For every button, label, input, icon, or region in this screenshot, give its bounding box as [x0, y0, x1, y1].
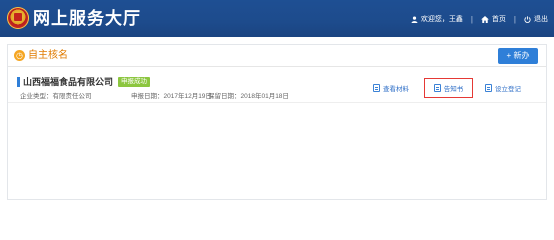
national-emblem-icon: [7, 7, 29, 29]
nav-divider: |: [513, 14, 516, 24]
status-badge: 申报成功: [118, 77, 150, 87]
home-icon: [481, 15, 489, 23]
notice-link[interactable]: 告知书: [424, 78, 473, 98]
establish-registration-label: 设立登记: [495, 86, 521, 93]
panel-header: ◷ 自主核名 + 新办: [8, 45, 546, 67]
company-name: 山西福福食品有限公司: [23, 77, 114, 87]
power-icon: [524, 15, 531, 23]
document-icon: [433, 84, 441, 92]
document-icon: [373, 84, 380, 92]
row-marker: [17, 77, 20, 87]
top-nav: 欢迎您，王鑫 | 首页 | 退出: [411, 12, 548, 26]
name-check-panel: ◷ 自主核名 + 新办 山西福福食品有限公司 申报成功 企业类型：有限责任公司 …: [7, 44, 547, 200]
site-title: 网上服务大厅: [33, 9, 141, 28]
clock-icon: ◷: [14, 50, 25, 61]
home-link[interactable]: 首页: [481, 14, 506, 24]
panel-title: 自主核名: [28, 50, 68, 61]
logout-link[interactable]: 退出: [524, 14, 548, 24]
company-type: 企业类型：有限责任公司: [20, 93, 92, 100]
top-header-bar: 网上服务大厅 欢迎您，王鑫 | 首页 | 退出: [0, 0, 554, 37]
welcome-label: 欢迎您，王鑫: [420, 16, 463, 23]
establish-registration-link[interactable]: 设立登记: [485, 82, 521, 94]
reserve-date: 保留日期：2018年01月18日: [208, 93, 289, 100]
application-row: 山西福福食品有限公司 申报成功 企业类型：有限责任公司 申报日期：2017年12…: [8, 71, 546, 103]
nav-divider: |: [470, 14, 473, 24]
new-application-button[interactable]: + 新办: [498, 48, 538, 64]
home-label: 首页: [491, 16, 506, 23]
user-icon: [411, 15, 418, 23]
logout-label: 退出: [534, 16, 548, 23]
view-materials-link[interactable]: 查看材料: [373, 82, 409, 94]
notice-label: 告知书: [443, 86, 464, 93]
view-materials-label: 查看材料: [383, 86, 409, 93]
welcome-user[interactable]: 欢迎您，王鑫: [411, 14, 463, 24]
document-icon: [485, 84, 492, 92]
apply-date: 申报日期：2017年12月19日: [131, 93, 212, 100]
